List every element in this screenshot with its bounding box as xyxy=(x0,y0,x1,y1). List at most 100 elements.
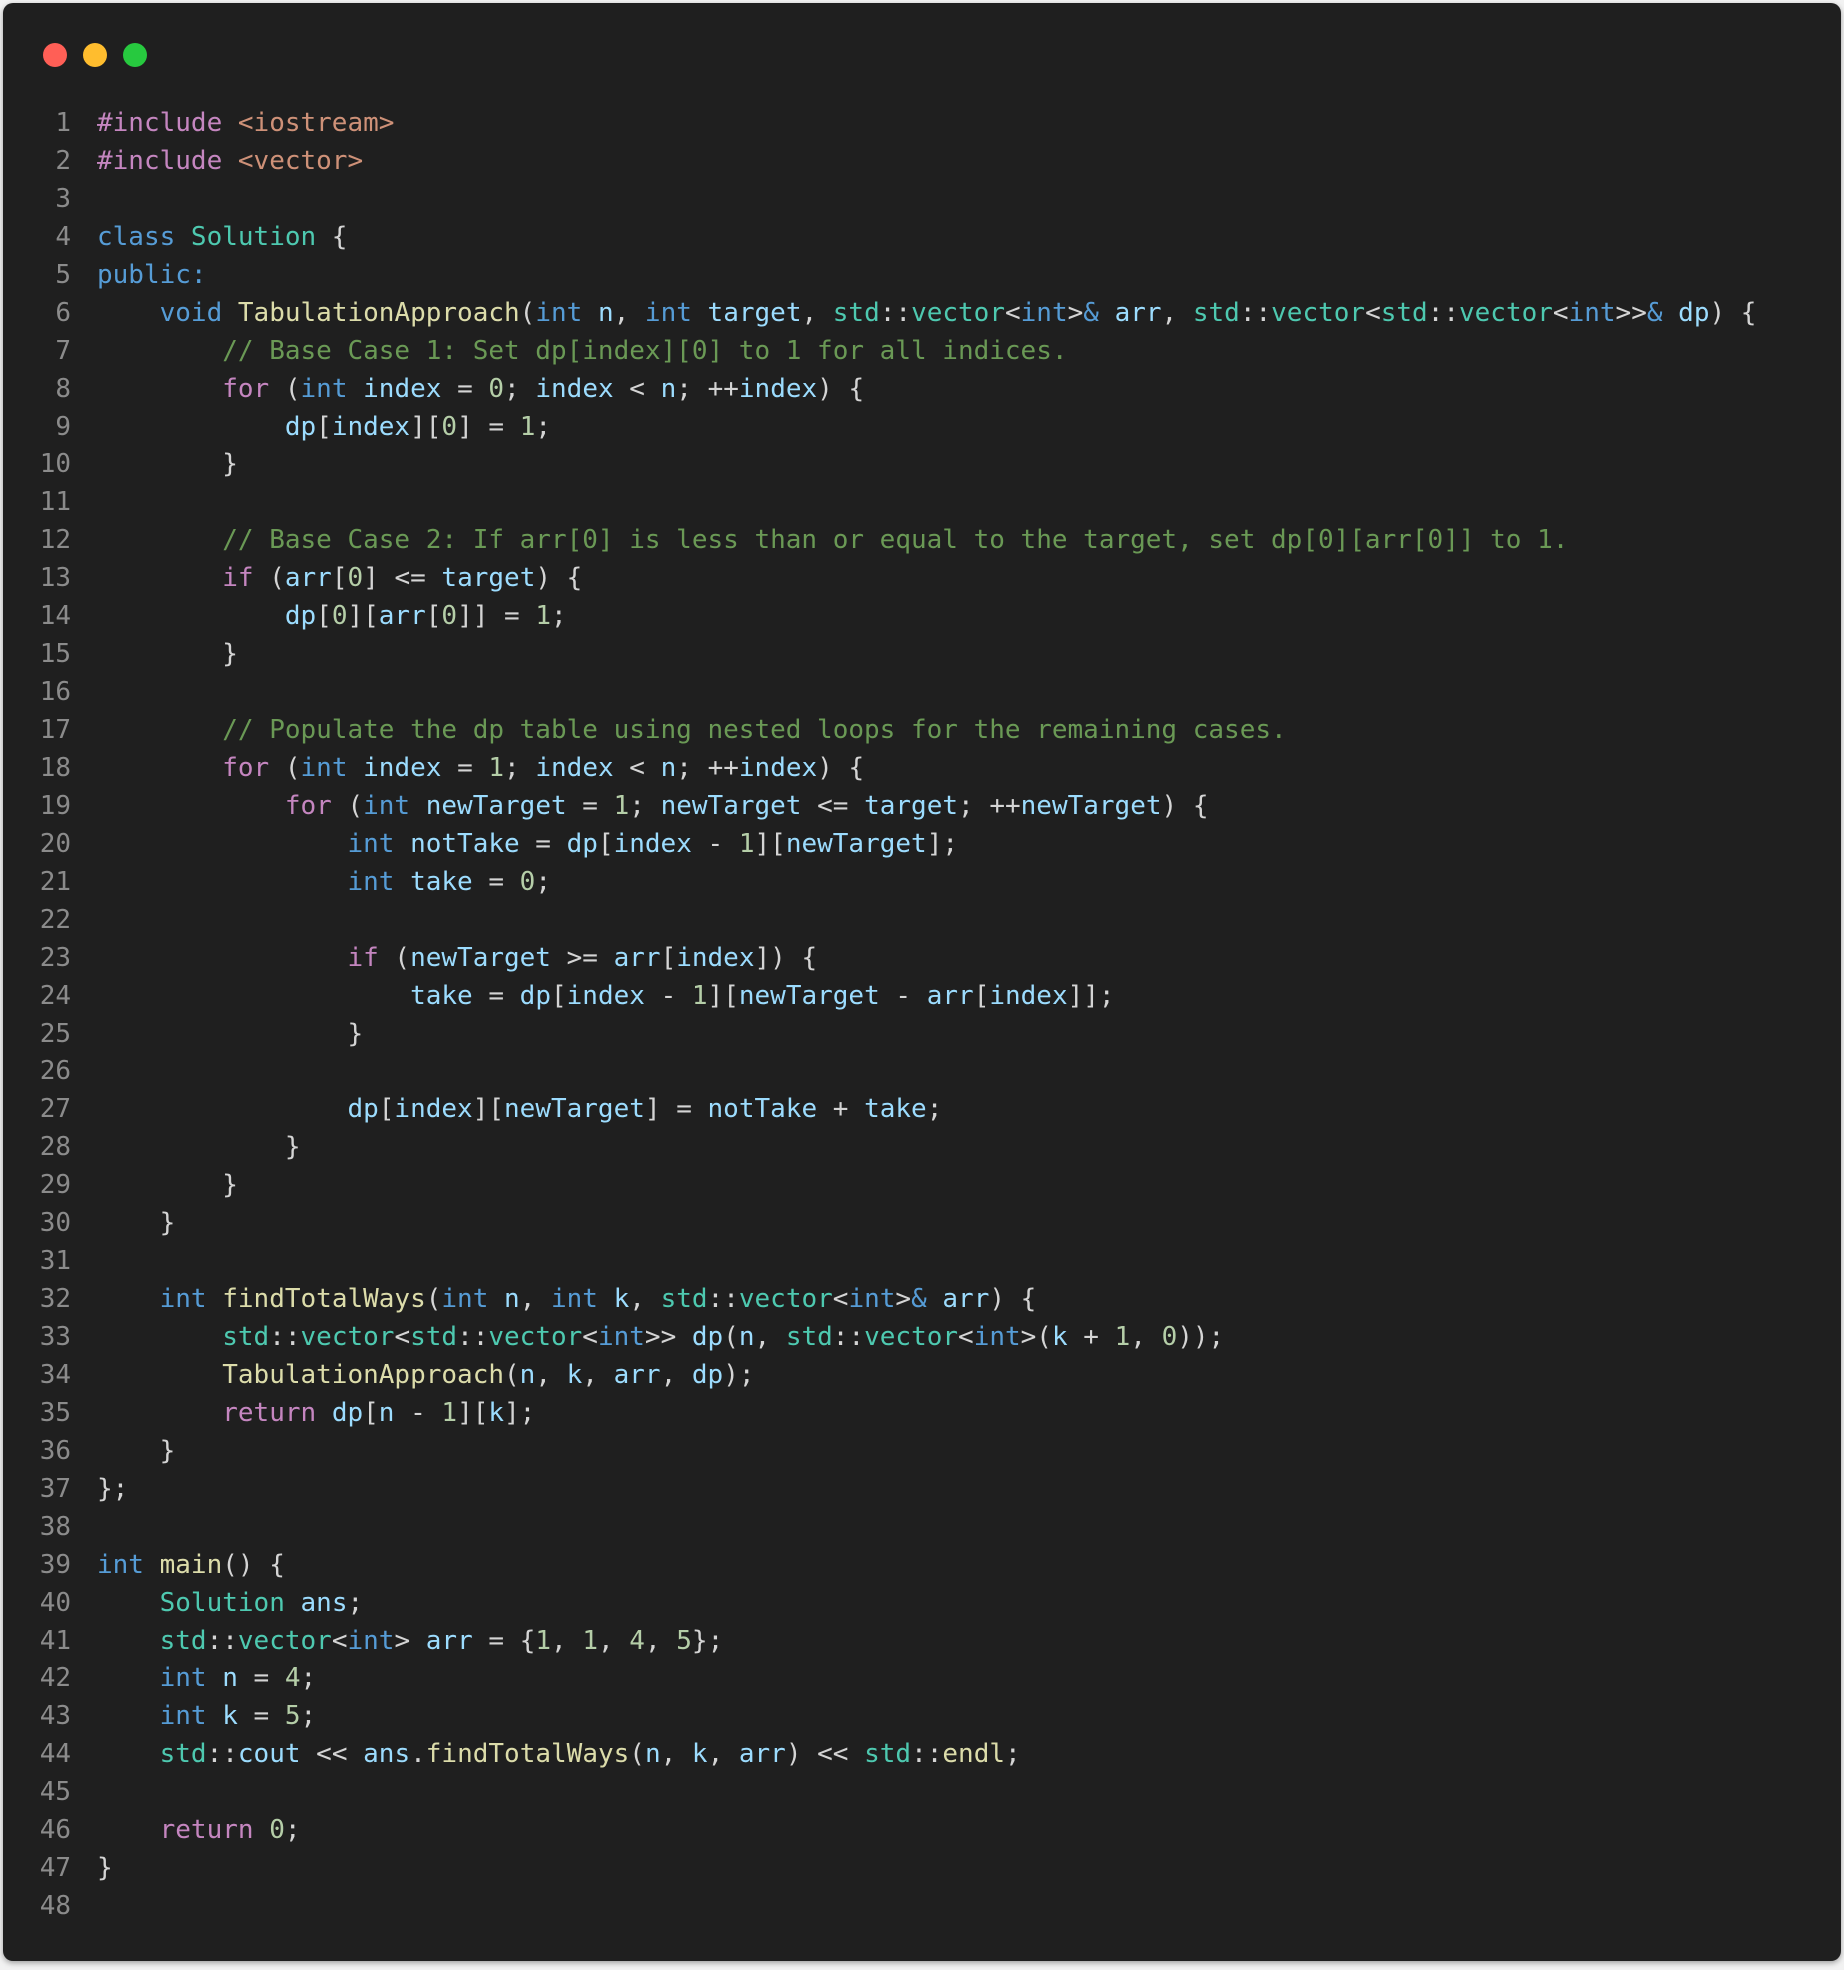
code-line[interactable]: 6 void TabulationApproach(int n, int tar… xyxy=(3,295,1841,333)
line-number: 25 xyxy=(39,1018,71,1049)
code-token: , xyxy=(707,1739,739,1770)
code-line[interactable]: 39 int main() { xyxy=(3,1547,1841,1585)
code-line[interactable]: 27 dp[index][newTarget] = notTake + take… xyxy=(3,1091,1841,1129)
code-token: ; xyxy=(551,601,567,632)
maximize-button[interactable] xyxy=(123,43,147,67)
code-token: notTake xyxy=(707,1094,818,1125)
code-token: dp xyxy=(331,1397,364,1428)
code-line[interactable]: 8 for (int index = 0; index < n; ++index… xyxy=(3,371,1841,409)
code-token: take xyxy=(410,980,473,1011)
code-line[interactable]: 31 xyxy=(3,1243,1841,1281)
line-source: int n = 4; xyxy=(97,1660,317,1698)
code-token: - xyxy=(879,980,927,1011)
code-token: , xyxy=(660,1359,692,1390)
code-line[interactable]: 21 int take = 0; xyxy=(3,864,1841,902)
code-line[interactable]: 15 } xyxy=(3,636,1841,674)
code-line[interactable]: 19 for (int newTarget = 1; newTarget <= … xyxy=(3,788,1841,826)
code-line[interactable]: 9 dp[index][0] = 1; xyxy=(3,409,1841,447)
code-line[interactable]: 10 } xyxy=(3,446,1841,484)
line-source: std::vector<int> arr = {1, 1, 4, 5}; xyxy=(97,1623,724,1661)
code-token: TabulationApproach xyxy=(222,1359,504,1390)
code-token: :: xyxy=(206,1739,238,1770)
code-editor[interactable]: 1 #include <iostream> 2 #include <vector> 3 4… xyxy=(3,105,1841,1926)
code-line[interactable]: 44 std::cout << ans.findTotalWays(n, k, … xyxy=(3,1736,1841,1774)
close-button[interactable] xyxy=(43,43,67,67)
code-line[interactable]: 28 } xyxy=(3,1129,1841,1167)
code-line[interactable]: 11 xyxy=(3,484,1841,522)
code-line[interactable]: 41 std::vector<int> arr = {1, 1, 4, 5}; xyxy=(3,1623,1841,1661)
code-line[interactable]: 7 // Base Case 1: Set dp[index][0] to 1 … xyxy=(3,333,1841,371)
code-line[interactable]: 22 xyxy=(3,902,1841,940)
code-line[interactable]: 24 take = dp[index - 1][newTarget - arr[… xyxy=(3,978,1841,1016)
code-token: int xyxy=(1020,297,1068,328)
code-line[interactable]: 13 if (arr[0] <= target) { xyxy=(3,560,1841,598)
code-line[interactable]: 43 int k = 5; xyxy=(3,1698,1841,1736)
code-token: findTotalWays xyxy=(425,1739,630,1770)
code-line[interactable]: 12 // Base Case 2: If arr[0] is less tha… xyxy=(3,522,1841,560)
code-token: ); xyxy=(723,1359,755,1390)
code-token: } xyxy=(97,1018,364,1049)
code-line[interactable]: 1 #include <iostream> xyxy=(3,105,1841,143)
code-token: :: xyxy=(457,1322,489,1352)
code-line[interactable]: 3 xyxy=(3,181,1841,219)
code-token: int xyxy=(159,1284,223,1315)
code-token: < xyxy=(1552,297,1569,328)
code-token: arr xyxy=(284,563,332,594)
code-token: k xyxy=(222,1701,238,1732)
code-token: 1 xyxy=(738,828,755,859)
code-token: ) { xyxy=(817,373,865,404)
code-line[interactable]: 4 class Solution { xyxy=(3,219,1841,257)
code-line[interactable]: 2 #include <vector> xyxy=(3,143,1841,181)
code-line[interactable]: 26 xyxy=(3,1053,1841,1091)
code-line[interactable]: 33 std::vector<std::vector<int>> dp(n, s… xyxy=(3,1319,1841,1357)
code-line[interactable]: 34 TabulationApproach(n, k, arr, dp); xyxy=(3,1357,1841,1395)
minimize-button[interactable] xyxy=(83,43,107,67)
code-line[interactable]: 17 // Populate the dp table using nested… xyxy=(3,712,1841,750)
line-source: public: xyxy=(97,257,207,295)
line-number: 20 xyxy=(39,828,71,859)
code-line[interactable]: 48 xyxy=(3,1888,1841,1926)
code-line[interactable]: 38 xyxy=(3,1509,1841,1547)
code-line[interactable]: 32 int findTotalWays(int n, int k, std::… xyxy=(3,1281,1841,1319)
code-line[interactable]: 36 } xyxy=(3,1433,1841,1471)
code-line[interactable]: 18 for (int index = 1; index < n; ++inde… xyxy=(3,750,1841,788)
line-source: dp[index][0] = 1; xyxy=(97,409,551,447)
code-line[interactable]: 42 int n = 4; xyxy=(3,1660,1841,1698)
code-line[interactable]: 23 if (newTarget >= arr[index]) { xyxy=(3,940,1841,978)
code-token: notTake xyxy=(410,828,520,859)
code-token: ( xyxy=(253,563,285,594)
code-token: int xyxy=(441,1284,505,1315)
line-number: 2 xyxy=(55,145,71,176)
code-token: [ xyxy=(316,601,332,632)
code-token: ][ xyxy=(347,601,379,632)
code-token: < xyxy=(1365,297,1381,328)
code-token: vector xyxy=(911,297,1005,328)
code-line[interactable]: 46 return 0; xyxy=(3,1812,1841,1850)
code-line[interactable]: 25 } xyxy=(3,1016,1841,1054)
code-line[interactable]: 16 xyxy=(3,674,1841,712)
code-token: target xyxy=(864,790,959,821)
line-number: 10 xyxy=(39,449,71,480)
code-token: int xyxy=(597,1322,645,1352)
code-line[interactable]: 45 xyxy=(3,1774,1841,1812)
code-line[interactable]: 35 return dp[n - 1][k]; xyxy=(3,1395,1841,1433)
code-line[interactable]: 20 int notTake = dp[index - 1][newTarget… xyxy=(3,826,1841,864)
code-token: = xyxy=(519,828,567,859)
code-line[interactable]: 40 Solution ans; xyxy=(3,1585,1841,1623)
code-line[interactable]: 30 } xyxy=(3,1205,1841,1243)
code-token: dp xyxy=(566,828,598,859)
code-token: >> xyxy=(644,1322,692,1352)
line-source: #include <iostream> xyxy=(97,105,394,143)
code-token: 1 xyxy=(691,980,708,1011)
code-line[interactable]: 37}; xyxy=(3,1471,1841,1509)
line-number: 11 xyxy=(39,487,71,518)
code-line[interactable]: 47} xyxy=(3,1850,1841,1888)
code-line[interactable]: 5 public: xyxy=(3,257,1841,295)
code-token: // Populate the dp table using nested lo… xyxy=(222,715,1287,745)
code-line[interactable]: 29 } xyxy=(3,1167,1841,1205)
code-line[interactable]: 14 dp[0][arr[0]] = 1; xyxy=(3,598,1841,636)
code-token: if xyxy=(347,942,379,973)
code-token: vector xyxy=(488,1322,583,1352)
